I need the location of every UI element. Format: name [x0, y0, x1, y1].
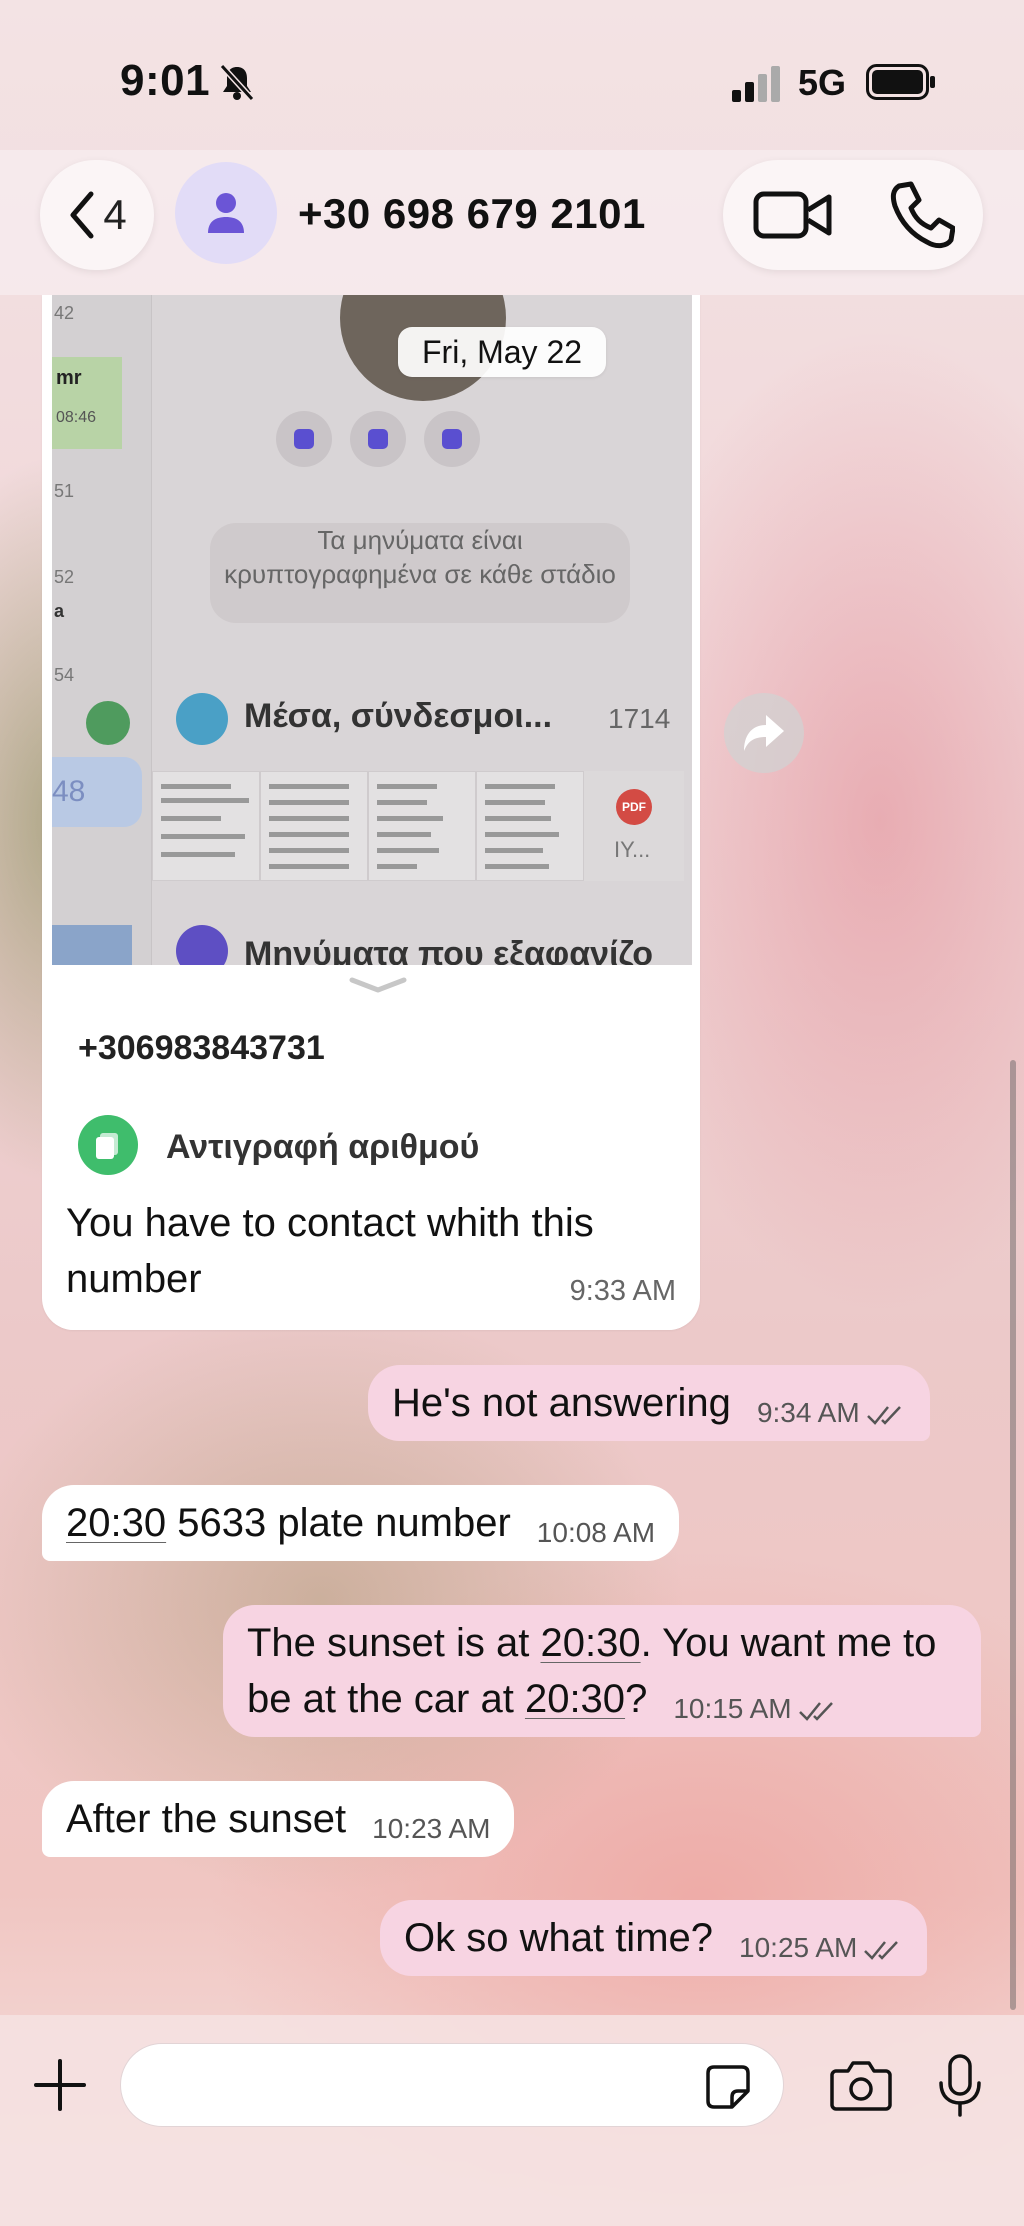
- double-check-icon: [866, 1405, 901, 1425]
- message-outgoing[interactable]: He's not answering 9:34 AM: [368, 1365, 930, 1441]
- screenshot-add-icon: [424, 411, 480, 467]
- contact-avatar[interactable]: [175, 162, 277, 264]
- network-label: 5G: [798, 62, 847, 103]
- person-icon: [208, 193, 244, 233]
- screenshot-time: 08:46: [56, 409, 97, 426]
- chat-header: 4 +30 698 679 2101: [0, 150, 1024, 295]
- video-call-button[interactable]: [753, 184, 833, 246]
- time-link[interactable]: 20:30: [525, 1677, 625, 1721]
- screenshot-contact-info: Τα μηνύματα είναι κρυπτογραφημένα σε κάθ…: [152, 295, 692, 965]
- screenshot-badge: 48: [52, 757, 142, 827]
- screenshot-time: 54: [54, 665, 75, 685]
- plus-button[interactable]: [32, 2057, 88, 2113]
- message-outgoing[interactable]: Ok so what time? 10:25 AM: [380, 1900, 928, 1976]
- message-text: ?: [625, 1677, 648, 1721]
- screenshot-call-icon: [276, 411, 332, 467]
- screenshot-chat-name: mr: [56, 367, 82, 389]
- screenshot-thumbnail: [152, 771, 260, 881]
- screenshot-chat-list: 42 mr 08:46 51 52 a 54 48: [52, 295, 152, 965]
- bell-muted-icon: [219, 63, 255, 102]
- screenshot-pdf-name: IY...: [614, 837, 651, 862]
- screenshot-disappearing-title: Μηνύματα που εξαφανίζο: [244, 935, 654, 965]
- message-time: 10:15 AM: [673, 1693, 792, 1724]
- screenshot-time: 42: [54, 303, 75, 323]
- message-text: 5633 plate number: [166, 1501, 511, 1545]
- voice-call-button[interactable]: [889, 180, 955, 250]
- copy-icon: [78, 1115, 138, 1175]
- screenshot-media-icon: [176, 693, 228, 745]
- message-text: The sunset is at: [247, 1621, 541, 1665]
- call-actions: [723, 160, 983, 270]
- chevron-left-icon: [70, 191, 94, 239]
- message-time: 9:34 AM: [756, 1397, 860, 1428]
- camera-button[interactable]: [830, 2059, 892, 2111]
- back-button[interactable]: 4: [40, 160, 154, 270]
- message-time: 10:23 AM: [372, 1813, 491, 1844]
- message-time: 10:08 AM: [536, 1517, 656, 1548]
- microphone-button[interactable]: [936, 2053, 984, 2119]
- image-caption-area: You have to contact whith this number 9:…: [42, 1195, 700, 1330]
- message-text: After the sunset: [66, 1797, 347, 1841]
- screenshot-badge-text: 48: [52, 775, 86, 808]
- screenshot-media-title: Μέσα, σύνδεσμοι...: [244, 697, 553, 735]
- signal-icon: [732, 66, 780, 102]
- message-time: 10:25 AM: [739, 1932, 858, 1963]
- chat-area[interactable]: Fri, May 22 42 mr 08:46 51 52 a 54 48 Τα…: [0, 295, 1024, 2015]
- screenshot-letter: a: [54, 601, 65, 621]
- chevron-down-icon: [349, 977, 407, 993]
- forward-icon: [744, 715, 784, 751]
- scrollbar[interactable]: [1010, 1060, 1016, 2010]
- message-incoming[interactable]: 20:30 5633 plate number 10:08 AM: [42, 1485, 680, 1561]
- message-outgoing[interactable]: The sunset is at 20:30. You want me to b…: [223, 1605, 981, 1737]
- message-time: 9:33 AM: [569, 1275, 676, 1307]
- screenshot-chat-row: mr 08:46: [52, 357, 122, 449]
- screenshot-thumbnail: [368, 771, 476, 881]
- screenshot-image[interactable]: 42 mr 08:46 51 52 a 54 48 Τα μηνύματα εί…: [52, 295, 692, 965]
- composer-bar: [0, 2015, 1024, 2226]
- sheet-phone-number: +306983843731: [78, 1029, 325, 1067]
- status-time: 9:01: [120, 56, 211, 105]
- screenshot-mic-icon: [86, 701, 130, 745]
- message-text: He's not answering: [392, 1381, 731, 1425]
- contact-name[interactable]: +30 698 679 2101: [298, 190, 646, 238]
- screenshot-encryption-note: Τα μηνύματα είναι κρυπτογραφημένα σε κάθ…: [210, 523, 630, 623]
- screenshot-time: 51: [54, 481, 75, 501]
- unread-count: 4: [103, 191, 127, 238]
- date-separator: Fri, May 22: [398, 327, 607, 377]
- screenshot-thumbnail: [476, 771, 584, 881]
- screenshot-media-count: 1714: [608, 703, 671, 734]
- status-bar: 9:01 5G: [0, 0, 1024, 160]
- double-check-icon: [864, 1940, 899, 1960]
- double-check-icon: [798, 1701, 833, 1721]
- pdf-icon: PDF: [616, 789, 652, 825]
- screenshot-time: 52: [54, 567, 75, 587]
- copy-number-action: Αντιγραφή αριθμού: [166, 1128, 480, 1166]
- screenshot-pdf-file: PDF IY...: [584, 771, 684, 881]
- screenshot-video-icon: [350, 411, 406, 467]
- message-input[interactable]: [120, 2043, 784, 2127]
- message-text: Ok so what time?: [404, 1916, 714, 1960]
- image-message[interactable]: 42 mr 08:46 51 52 a 54 48 Τα μηνύματα εί…: [42, 295, 700, 1330]
- time-link[interactable]: 20:30: [540, 1621, 640, 1665]
- screenshot-thumbnail: [260, 771, 368, 881]
- message-incoming[interactable]: After the sunset 10:23 AM: [42, 1781, 515, 1857]
- battery-icon: [866, 64, 935, 100]
- screenshot-bar: [52, 925, 132, 965]
- screenshot-timer-icon: [176, 925, 228, 965]
- sticker-button[interactable]: [704, 2063, 752, 2111]
- time-link[interactable]: 20:30: [66, 1501, 166, 1545]
- forward-button[interactable]: [724, 693, 804, 773]
